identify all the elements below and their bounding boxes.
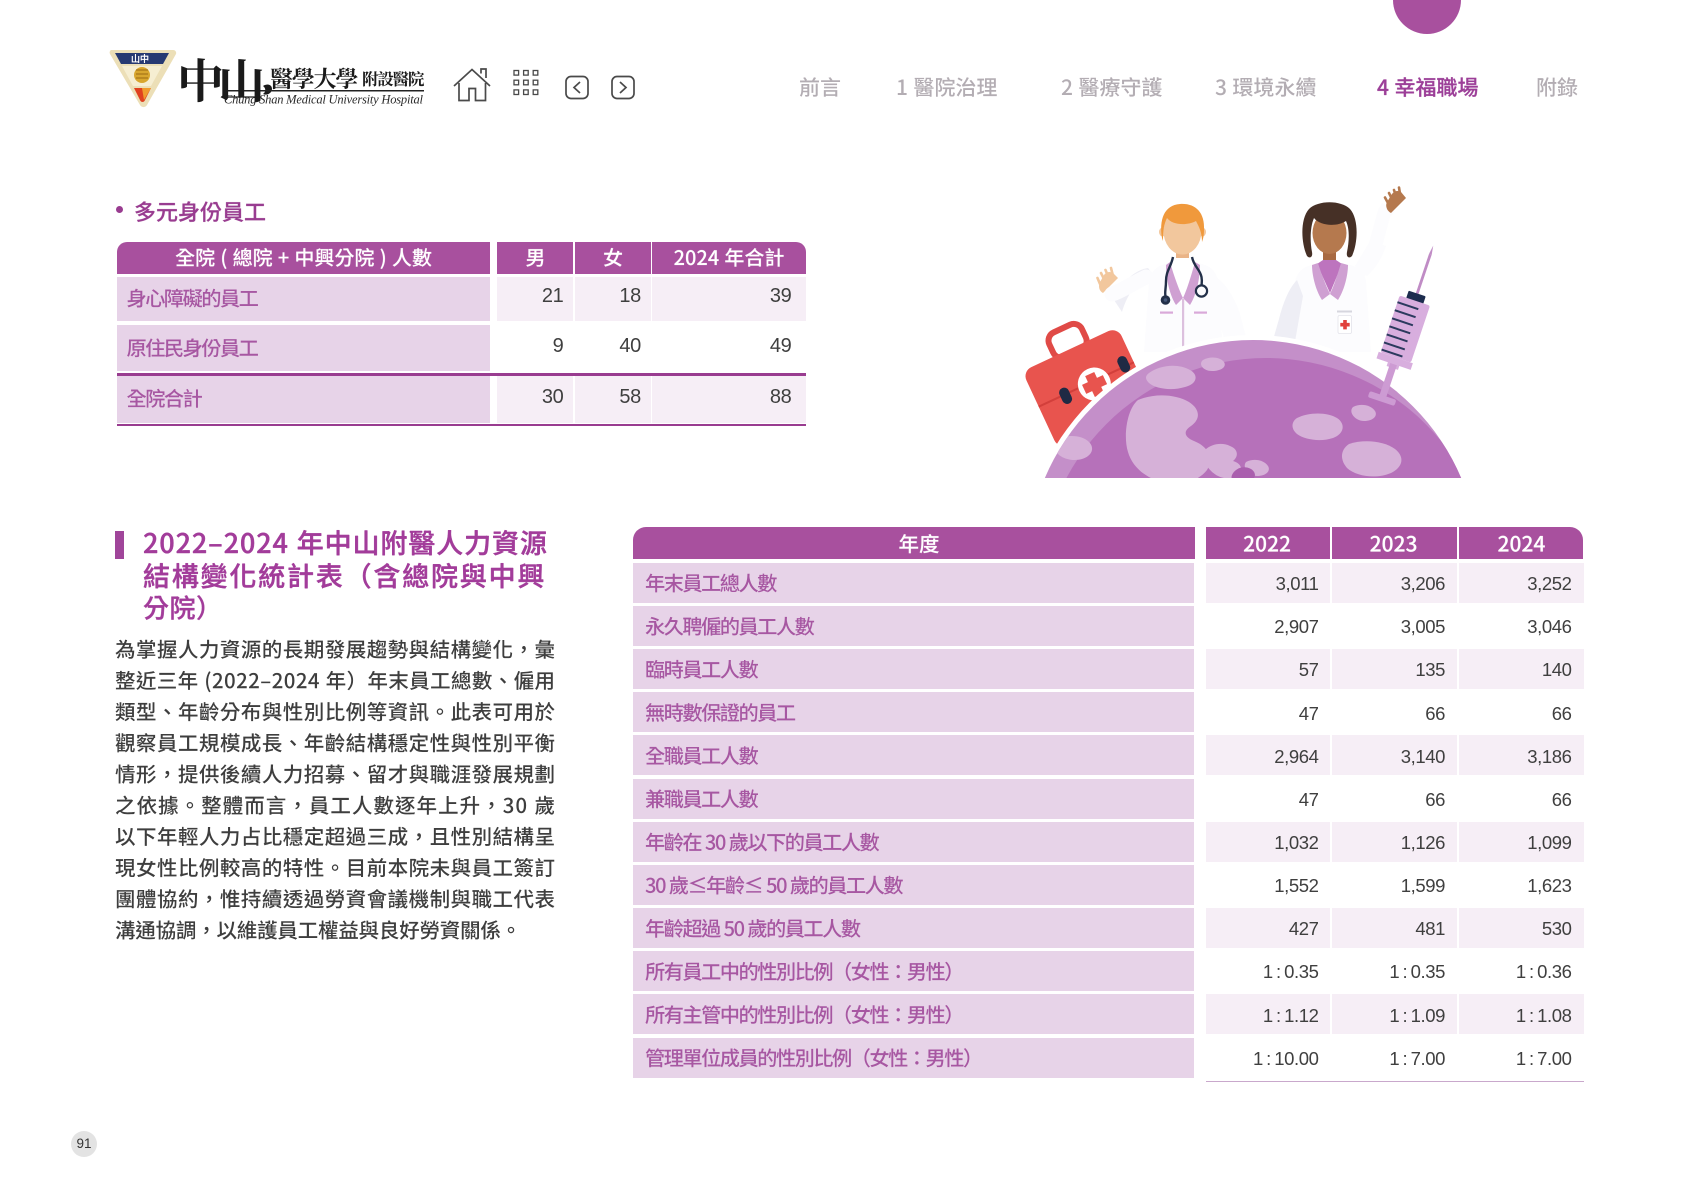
svg-text:山中: 山中 <box>131 53 149 64</box>
svg-text:Chung Shan Medical University: Chung Shan Medical University Hospital <box>224 93 424 107</box>
